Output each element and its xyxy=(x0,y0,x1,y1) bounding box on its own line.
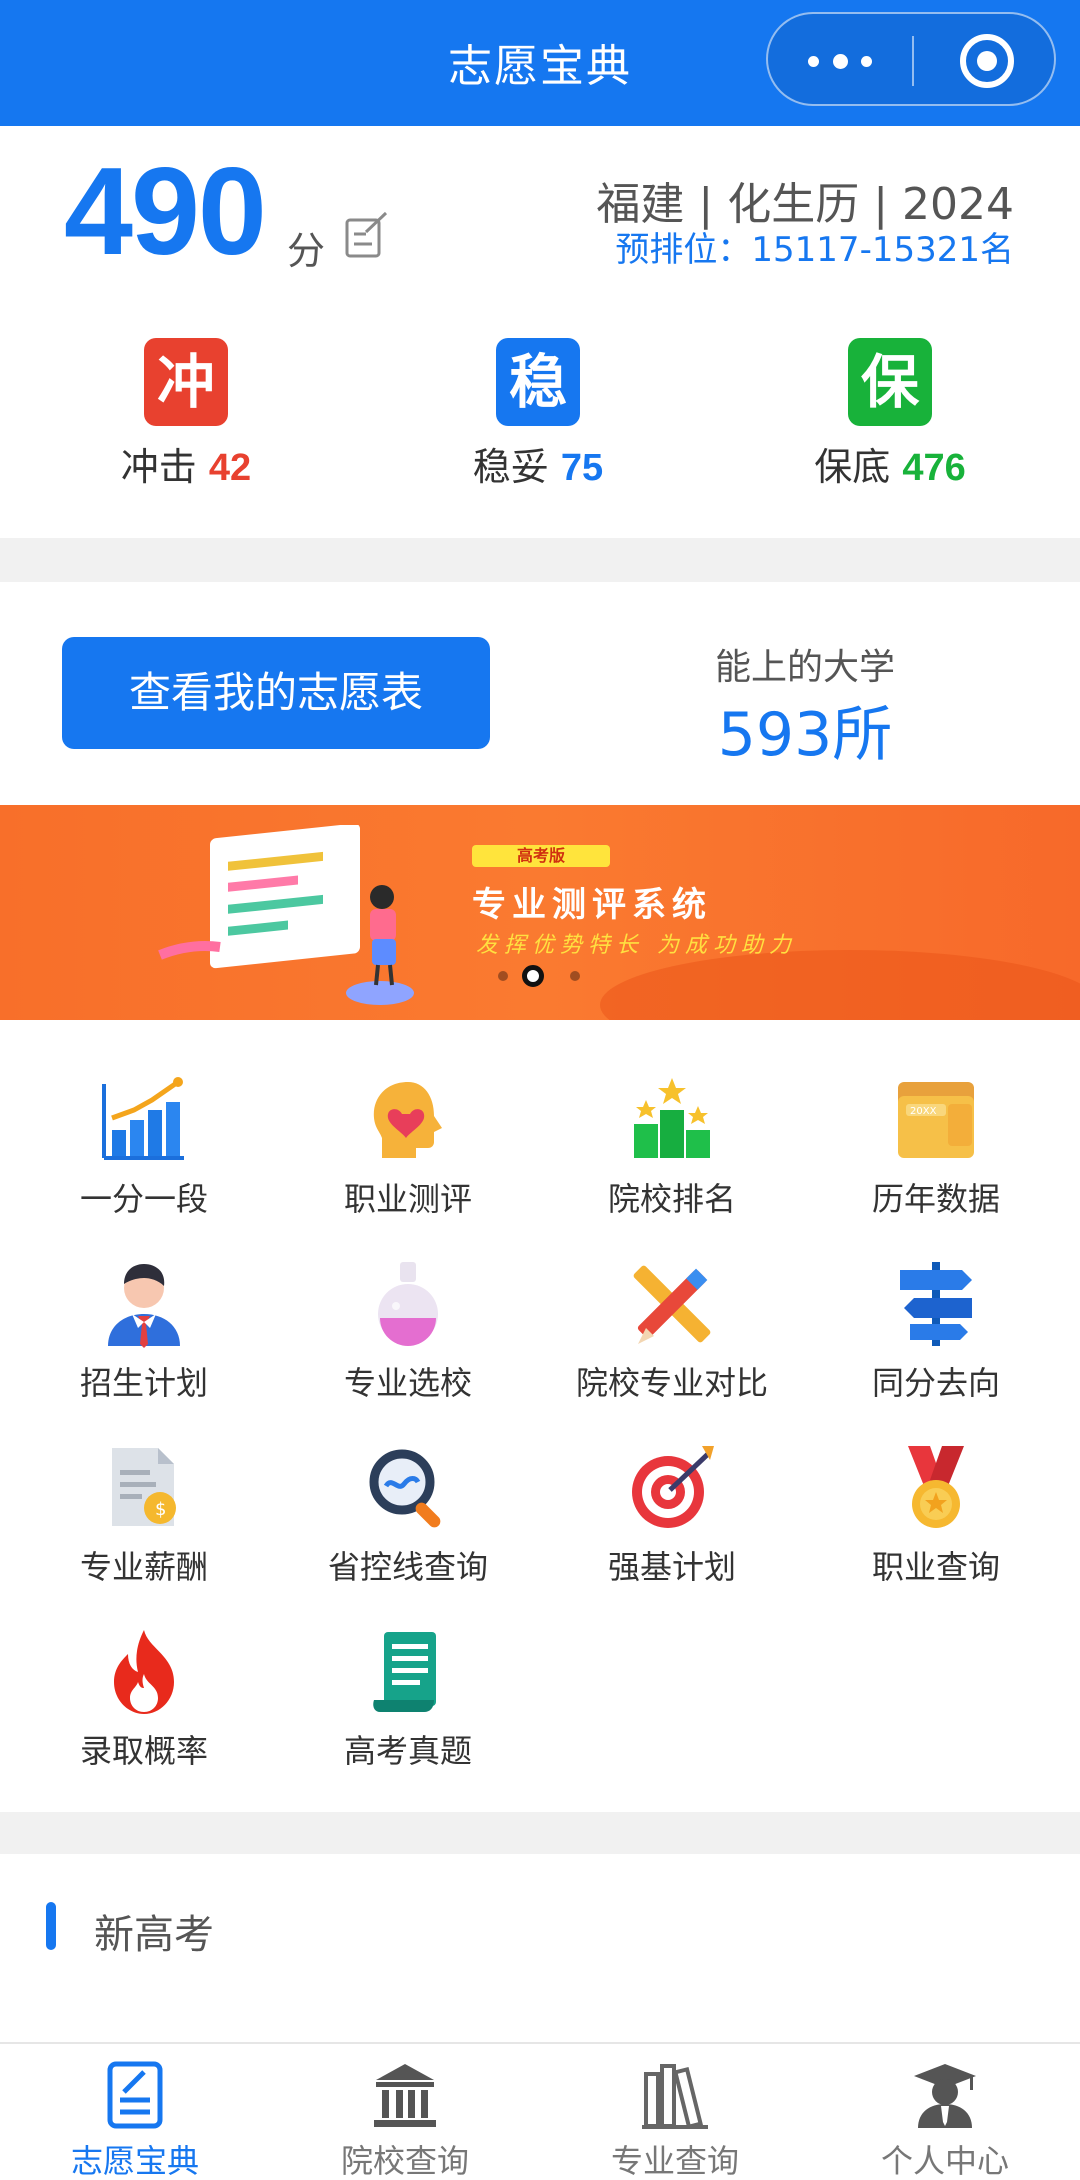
tool-label: 录取概率 xyxy=(79,1732,208,1770)
tool-label: 院校排名 xyxy=(607,1180,736,1218)
pencil-ruler-icon xyxy=(626,1258,718,1350)
flask-icon xyxy=(362,1258,454,1350)
level-count: 42 xyxy=(208,447,252,489)
level-name: 冲击 xyxy=(120,445,197,489)
tool-item[interactable]: 高考真题 xyxy=(276,1626,540,1776)
books-icon xyxy=(640,2060,710,2130)
notebook-icon xyxy=(100,2060,170,2130)
level-1[interactable]: 稳稳妥 75 xyxy=(418,338,658,491)
tool-label: 专业薪酬 xyxy=(79,1548,208,1586)
tool-label: 职业查询 xyxy=(871,1548,1000,1586)
tool-item[interactable]: $ 专业薪酬 xyxy=(12,1442,276,1592)
nav-header: 志愿宝典 xyxy=(0,0,1080,126)
tool-item[interactable]: 同分去向 xyxy=(804,1258,1068,1408)
svg-text:$: $ xyxy=(155,1499,166,1520)
tool-label: 院校专业对比 xyxy=(575,1364,768,1402)
level-badge-icon: 稳 xyxy=(496,338,580,426)
medal-icon xyxy=(890,1442,982,1534)
bar-chart-icon xyxy=(98,1074,190,1166)
tab-item[interactable]: 志愿宝典 xyxy=(0,2060,270,2180)
capsule-divider xyxy=(912,36,914,86)
calendar-folder-icon: 20XX xyxy=(890,1074,982,1166)
graduate-icon xyxy=(910,2060,980,2130)
tool-item[interactable]: 一分一段 xyxy=(12,1074,276,1224)
tab-label: 个人中心 xyxy=(880,2142,1009,2180)
tool-label: 省控线查询 xyxy=(327,1548,488,1586)
reachable-univ-label: 能上的大学 xyxy=(714,647,895,688)
tool-item[interactable]: 职业查询 xyxy=(804,1442,1068,1592)
carousel-dot[interactable] xyxy=(498,971,508,981)
promo-banner[interactable]: 高考版 专业测评系统 发挥优势特长 为成功助力 xyxy=(0,805,1080,1020)
scroll-icon xyxy=(362,1626,454,1718)
banner-decoration xyxy=(600,950,1080,1020)
rank-info: 预排位：15117-15321名 xyxy=(615,230,1014,270)
level-label: 保底 476 xyxy=(770,436,1010,491)
banner-title: 专业测评系统 xyxy=(472,885,712,925)
head-heart-icon xyxy=(362,1074,454,1166)
tool-item[interactable]: 专业选校 xyxy=(276,1258,540,1408)
level-count: 476 xyxy=(902,447,966,489)
level-label: 稳妥 75 xyxy=(418,436,658,491)
tab-label: 院校查询 xyxy=(340,2142,469,2180)
target-icon xyxy=(626,1442,718,1534)
carousel-dot[interactable] xyxy=(570,971,580,981)
close-target-icon[interactable] xyxy=(960,34,1014,88)
tool-item[interactable]: 强基计划 xyxy=(540,1442,804,1592)
tool-label: 历年数据 xyxy=(871,1180,1000,1218)
tab-item[interactable]: 专业查询 xyxy=(540,2060,810,2180)
podium-icon xyxy=(626,1074,718,1166)
tool-label: 招生计划 xyxy=(79,1364,208,1402)
document-coin-icon: $ xyxy=(98,1442,190,1534)
tab-item[interactable]: 院校查询 xyxy=(270,2060,540,2180)
signpost-icon xyxy=(890,1258,982,1350)
banner-tag: 高考版 xyxy=(472,845,610,867)
level-name: 稳妥 xyxy=(472,445,549,489)
tool-item[interactable]: 招生计划 xyxy=(12,1258,276,1408)
banner-illustration xyxy=(158,825,414,1005)
level-name: 保底 xyxy=(814,445,891,489)
more-icon[interactable] xyxy=(808,48,872,74)
banner-subtitle: 发挥优势特长 为成功助力 xyxy=(476,933,797,958)
tool-label: 高考真题 xyxy=(343,1732,472,1770)
level-badge-icon: 冲 xyxy=(144,338,228,426)
reachable-univ-count[interactable]: 593所 xyxy=(640,686,970,773)
tool-item[interactable]: 20XX 历年数据 xyxy=(804,1074,1068,1224)
svg-text:20XX: 20XX xyxy=(910,1106,937,1117)
tool-item[interactable]: 省控线查询 xyxy=(276,1442,540,1592)
level-count: 75 xyxy=(560,447,604,489)
tab-label: 专业查询 xyxy=(610,2142,739,2180)
tool-label: 强基计划 xyxy=(607,1548,736,1586)
magnifier-icon xyxy=(362,1442,454,1534)
level-0[interactable]: 冲冲击 42 xyxy=(66,338,306,491)
score-unit: 分 xyxy=(287,229,326,273)
carousel-indicator[interactable] xyxy=(492,963,582,989)
tool-label: 职业测评 xyxy=(343,1180,472,1218)
bottom-tab-bar: 志愿宝典 院校查询 专业查询 个人中心 xyxy=(0,2042,1080,2180)
level-2[interactable]: 保保底 476 xyxy=(770,338,1010,491)
carousel-dot-active[interactable] xyxy=(522,965,544,987)
mini-program-capsule xyxy=(766,12,1056,106)
view-my-form-button[interactable]: 查看我的志愿表 xyxy=(62,637,490,749)
section-title: 新高考 xyxy=(94,1912,214,1958)
tool-item[interactable]: 院校排名 xyxy=(540,1074,804,1224)
level-badge-icon: 保 xyxy=(848,338,932,426)
section-gap xyxy=(0,1812,1080,1854)
score-value: 490 xyxy=(64,143,267,281)
building-icon xyxy=(370,2060,440,2130)
tool-label: 同分去向 xyxy=(871,1364,1000,1402)
tab-item[interactable]: 个人中心 xyxy=(810,2060,1080,2180)
tool-item[interactable]: 院校专业对比 xyxy=(540,1258,804,1408)
tool-label: 一分一段 xyxy=(79,1180,208,1218)
edit-icon[interactable] xyxy=(344,210,390,260)
flame-icon xyxy=(98,1626,190,1718)
section-accent-bar xyxy=(46,1902,56,1950)
tool-item[interactable]: 录取概率 xyxy=(12,1626,276,1776)
level-label: 冲击 42 xyxy=(66,436,306,491)
person-tie-icon xyxy=(98,1258,190,1350)
tab-label: 志愿宝典 xyxy=(70,2142,199,2180)
tool-label: 专业选校 xyxy=(343,1364,472,1402)
section-gap xyxy=(0,538,1080,582)
tool-item[interactable]: 职业测评 xyxy=(276,1074,540,1224)
